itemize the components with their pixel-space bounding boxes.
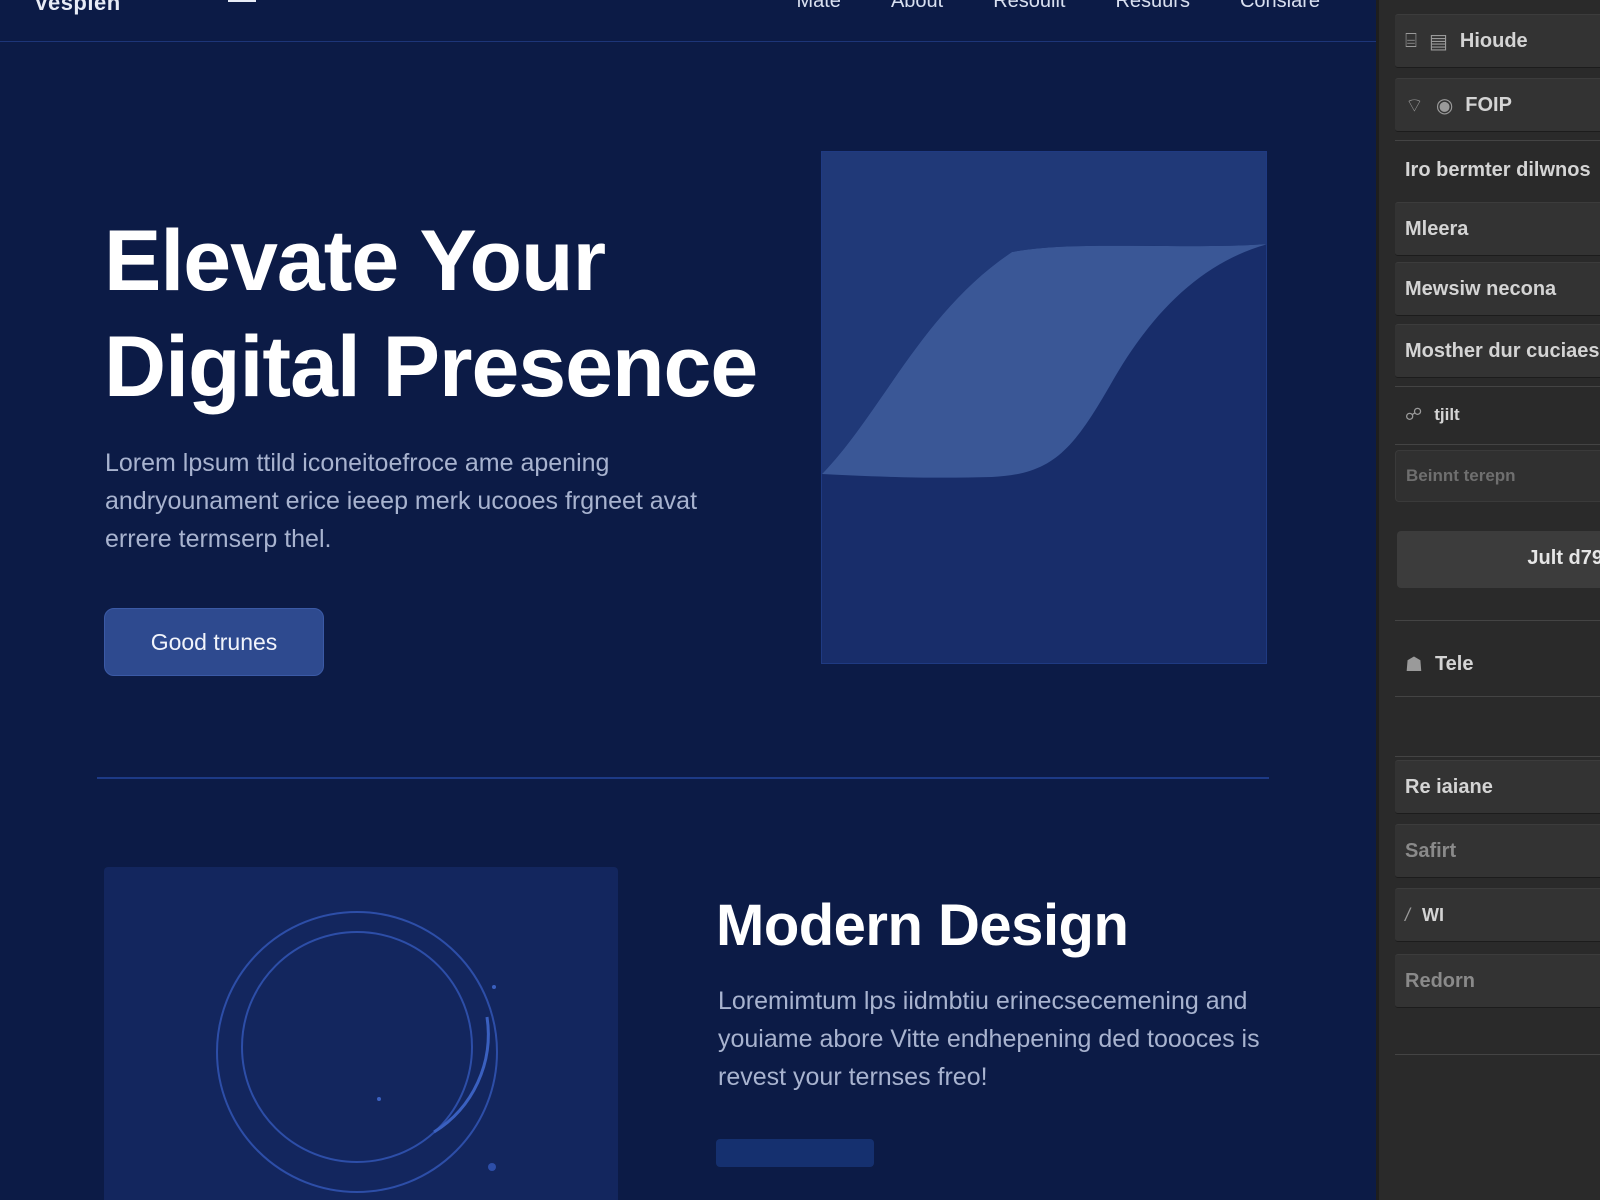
panel-row-mleera[interactable]: Mleera xyxy=(1395,202,1600,256)
nav-link-resoullt[interactable]: Resoullt xyxy=(993,0,1065,13)
eye-icon: ◉ xyxy=(1435,94,1454,117)
crop-icon: ⌔ xyxy=(1405,94,1424,117)
panel-text-input[interactable]: Beinnt terepn xyxy=(1395,450,1600,502)
panel-row-label: Redorn xyxy=(1405,969,1475,992)
frame-icon: ⌸ xyxy=(1405,29,1417,52)
hero-illustration xyxy=(821,151,1267,664)
panel-row-re-iaiane[interactable]: Re iaiane xyxy=(1395,760,1600,814)
circle-ring-icon xyxy=(216,911,498,1193)
link-icon: ☍ xyxy=(1405,405,1423,424)
panel-row-label: tjilt xyxy=(1434,405,1460,424)
wave-shape-icon xyxy=(822,152,1266,663)
panel-row-redorn[interactable]: Redorn xyxy=(1395,954,1600,1008)
hero-description: Lorem lpsum ttild iconeitoefroce ame ape… xyxy=(105,449,698,553)
nav-links: Mate About Resoullt Resuurs Consiare xyxy=(796,0,1320,13)
layer-icon: ☗ xyxy=(1405,653,1423,676)
panel-separator xyxy=(1395,696,1600,697)
panel-row-label: Safirt xyxy=(1405,839,1457,862)
italic-icon: / xyxy=(1405,904,1411,925)
panel-separator xyxy=(1395,386,1600,387)
panel-row-mewsiw[interactable]: Mewsiw necona xyxy=(1395,262,1600,316)
properties-panel: ⌸ ▤ Hioude ⌔ ◉ FOIP Iro bermter dilwnos … xyxy=(1376,0,1600,1200)
feature-button[interactable] xyxy=(716,1139,874,1167)
feature-description: Loremimtum lps iidmbtiu erinecsecemening… xyxy=(718,987,1260,1091)
panel-separator xyxy=(1395,1054,1600,1055)
panel-row-label: Mewsiw necona xyxy=(1405,277,1557,300)
panel-value-field[interactable]: Jult d79 xyxy=(1397,531,1600,588)
panel-row-tele[interactable]: ☗ Tele xyxy=(1395,636,1600,692)
panel-row-foip[interactable]: ⌔ ◉ FOIP xyxy=(1395,78,1600,132)
hero-title-line1: Elevate Your xyxy=(104,213,606,309)
panel-row-wi[interactable]: / WI xyxy=(1395,888,1600,942)
panel-row-label: Iro bermter dilwnos xyxy=(1405,158,1591,181)
panel-separator xyxy=(1395,140,1600,141)
panel-row-mosther[interactable]: Mosther dur cuciaes xyxy=(1395,324,1600,378)
hero-title: Elevate Your Digital Presence xyxy=(104,208,824,420)
panel-separator xyxy=(1395,756,1600,757)
panel-separator xyxy=(1395,620,1600,621)
panel-row-label: Mosther dur cuciaes xyxy=(1405,339,1600,362)
website-canvas: Vesplen Mate About Resoullt Resuurs Cons… xyxy=(0,0,1376,1200)
panel-row-label: WI xyxy=(1422,904,1445,925)
panel-row-iro-bermter[interactable]: Iro bermter dilwnos xyxy=(1395,144,1600,196)
feature-title: Modern Design xyxy=(716,893,1129,958)
nav-link-about[interactable]: About xyxy=(891,0,943,13)
panel-separator xyxy=(1395,444,1600,445)
cta-button[interactable]: Good trunes xyxy=(104,608,324,676)
hero-title-line2: Digital Presence xyxy=(104,319,758,415)
panel-row-safirt[interactable]: Safirt xyxy=(1395,824,1600,878)
top-navigation: Vesplen Mate About Resoullt Resuurs Cons… xyxy=(0,0,1376,42)
panel-row-label: FOIP xyxy=(1465,93,1512,116)
panel-row-label: Re iaiane xyxy=(1405,775,1493,798)
nav-link-resuurs[interactable]: Resuurs xyxy=(1115,0,1189,13)
grid-icon: ▤ xyxy=(1429,30,1448,53)
panel-row-link[interactable]: ☍ tjilt xyxy=(1395,390,1600,440)
hamburger-menu-icon[interactable] xyxy=(228,0,256,6)
nav-link-mate[interactable]: Mate xyxy=(796,0,840,13)
nav-link-consiare[interactable]: Consiare xyxy=(1240,0,1320,13)
section-divider xyxy=(97,777,1269,779)
panel-row-hioude[interactable]: ⌸ ▤ Hioude xyxy=(1395,14,1600,68)
feature-illustration xyxy=(104,867,618,1200)
panel-row-label: Mleera xyxy=(1405,217,1469,240)
panel-row-label: Hioude xyxy=(1459,29,1528,52)
panel-row-label: Tele xyxy=(1434,652,1474,675)
brand-logo[interactable]: Vesplen xyxy=(34,0,121,16)
panel-input-placeholder: Beinnt terepn xyxy=(1406,466,1516,485)
